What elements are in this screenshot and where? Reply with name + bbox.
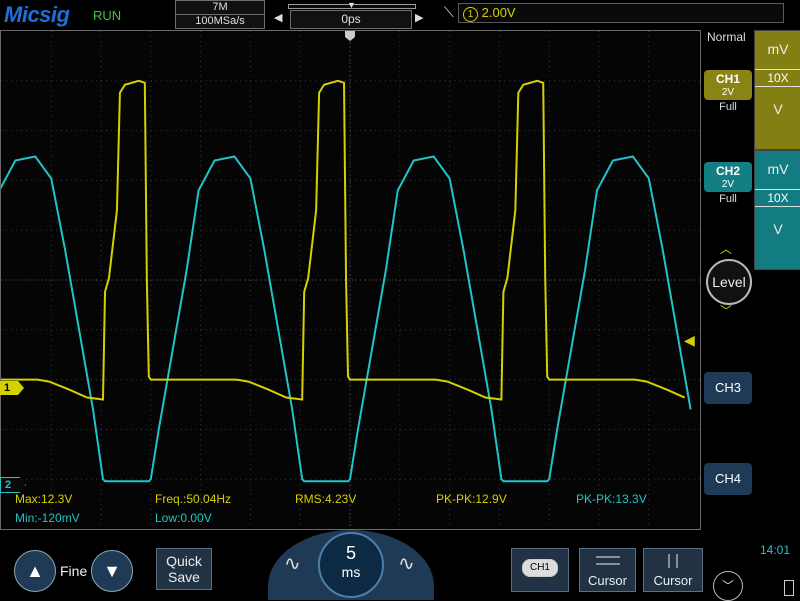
ch1-bandwidth: Full bbox=[719, 101, 737, 113]
trigger-level-arrow-icon: ◀ bbox=[684, 332, 695, 348]
trigger-info[interactable]: 1 2.00V bbox=[458, 3, 784, 23]
measure-max: Max:12.3V bbox=[15, 492, 73, 506]
brand-logo: Micsig bbox=[4, 2, 70, 27]
collapse-icon[interactable]: ﹀ bbox=[713, 571, 743, 601]
timebase-display[interactable]: 5 ms bbox=[318, 532, 384, 598]
sine-left-icon[interactable]: ∿ bbox=[284, 551, 301, 576]
ch4-button[interactable]: CH4 bbox=[704, 463, 752, 495]
trigger-mode[interactable]: Normal bbox=[707, 30, 746, 44]
ch1-unit-volts[interactable]: V bbox=[755, 101, 800, 117]
sine-right-icon[interactable]: ∿ bbox=[398, 551, 415, 576]
level-up-icon[interactable]: ︿ bbox=[720, 240, 732, 257]
ch2-unit-panel[interactable]: mV 10X V bbox=[754, 150, 800, 270]
horizontal-delay[interactable]: 0ps bbox=[290, 10, 412, 29]
trigger-level: 2.00V bbox=[481, 5, 516, 20]
ch1-probe[interactable]: 10X bbox=[755, 69, 800, 87]
timebase-unit: ms bbox=[341, 564, 361, 580]
measure-pkpk-ch1: PK-PK:12.9V bbox=[436, 492, 507, 506]
run-status[interactable]: RUN bbox=[93, 8, 121, 23]
cursor-vertical-icon bbox=[644, 553, 702, 569]
trigger-edge-icon: ⟍ bbox=[444, 4, 454, 20]
up-arrow-icon: ▲ bbox=[26, 561, 44, 581]
measure-freq: Freq.:50.04Hz bbox=[155, 492, 232, 506]
measure-low: Low:0.00V bbox=[155, 511, 212, 525]
ch3-button[interactable]: CH3 bbox=[704, 372, 752, 404]
ch1-label: CH1 bbox=[715, 72, 740, 86]
memory-depth: 7M bbox=[176, 1, 264, 15]
sample-rate: 100MSa/s bbox=[195, 15, 245, 27]
ch1-unit[interactable]: mV bbox=[755, 41, 800, 69]
quick-save-button[interactable]: Quick Save bbox=[156, 548, 212, 590]
ch2-unit-volts[interactable]: V bbox=[755, 221, 800, 237]
quick-save-line1: Quick bbox=[166, 553, 202, 569]
ch1-button[interactable]: CH1 2V bbox=[704, 70, 752, 100]
horizontal-right-icon[interactable]: ▶ bbox=[415, 11, 423, 24]
cursor-horizontal-icon bbox=[580, 553, 635, 569]
battery-icon bbox=[784, 580, 794, 596]
level-down-icon[interactable]: ﹀ bbox=[720, 302, 732, 319]
trigger-position-marker-icon: ▼ bbox=[347, 0, 356, 10]
measure-min: Min:-120mV bbox=[15, 511, 80, 525]
horizontal-left-icon[interactable]: ◀ bbox=[274, 11, 282, 24]
ch2-bandwidth: Full bbox=[719, 193, 737, 205]
timebase-value: 5 bbox=[345, 543, 356, 563]
ch1-menu-icon: CH1 bbox=[522, 559, 558, 577]
ch1-scale: 2V bbox=[721, 87, 735, 98]
level-knob[interactable]: Level bbox=[706, 259, 752, 305]
measure-rms: RMS:4.23V bbox=[295, 492, 357, 506]
ch1-menu-button[interactable]: CH1 bbox=[511, 548, 569, 592]
fine-label[interactable]: Fine bbox=[60, 563, 87, 579]
measure-pkpk-ch2: PK-PK:13.3V bbox=[576, 492, 647, 506]
cursor-vertical-button[interactable]: Cursor bbox=[643, 548, 703, 592]
acquisition-info[interactable]: 7M 100MSa/s bbox=[175, 0, 265, 29]
trigger-source-icon: 1 bbox=[463, 7, 478, 22]
ch1-unit-panel[interactable]: mV 10X V bbox=[754, 30, 800, 150]
clock: 14:01 bbox=[760, 543, 791, 557]
ch2-button[interactable]: CH2 2V bbox=[704, 162, 752, 192]
cursor-b-label: Cursor bbox=[653, 573, 693, 588]
ch2-probe[interactable]: 10X bbox=[755, 189, 800, 207]
cursor-a-label: Cursor bbox=[587, 573, 627, 588]
ch2-label: CH2 bbox=[715, 164, 740, 178]
ch2-scale: 2V bbox=[721, 179, 735, 190]
down-arrow-button[interactable]: ▼ bbox=[91, 550, 133, 592]
cursor-horizontal-button[interactable]: Cursor bbox=[579, 548, 636, 592]
ch2-unit[interactable]: mV bbox=[755, 161, 800, 189]
down-arrow-icon: ▼ bbox=[103, 561, 121, 581]
up-arrow-button[interactable]: ▲ bbox=[14, 550, 56, 592]
quick-save-line2: Save bbox=[168, 569, 200, 585]
waveform-display[interactable] bbox=[0, 30, 701, 530]
